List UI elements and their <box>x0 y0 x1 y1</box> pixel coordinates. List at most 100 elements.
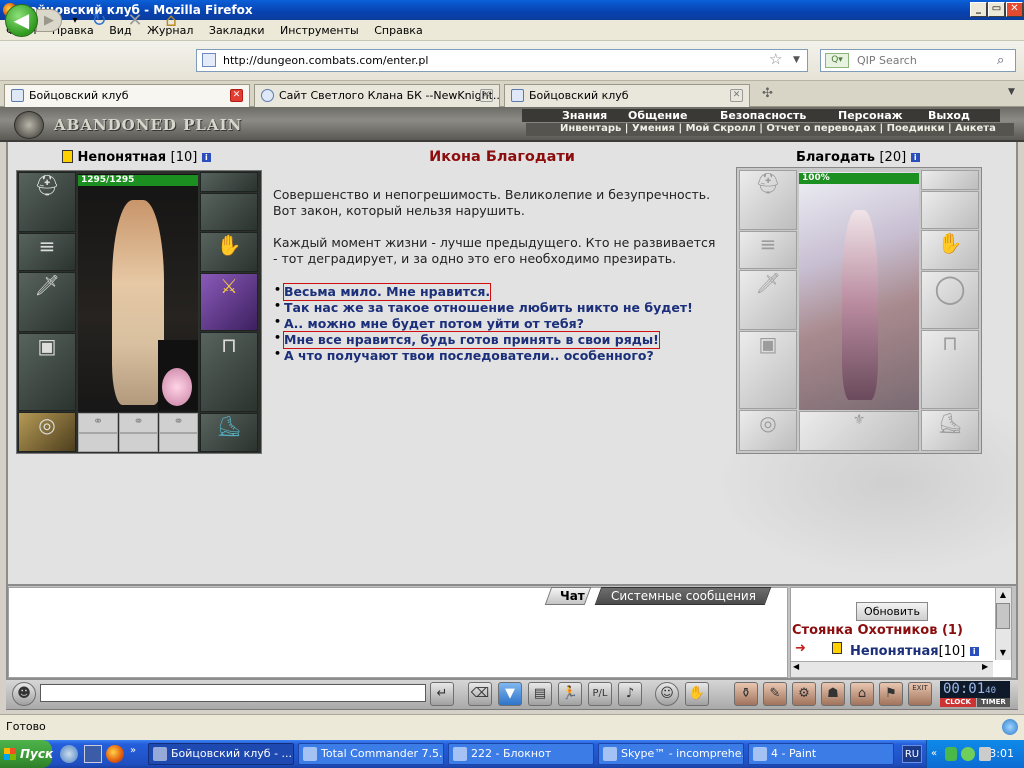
skills-icon[interactable]: ✎ <box>763 682 787 706</box>
task-firefox[interactable]: Бойцовский клуб - ... <box>148 743 294 765</box>
info-icon[interactable]: i <box>969 647 979 656</box>
search-input[interactable]: Q▾ QIP Search ⌕ <box>820 49 1016 72</box>
gloves-slot[interactable]: ✋ <box>200 232 258 272</box>
close-tab-icon[interactable]: ✕ <box>230 89 243 102</box>
scroll-slot-1[interactable] <box>78 433 118 452</box>
back-button[interactable]: ◀ <box>5 4 38 37</box>
inventory-icon[interactable]: ⚱ <box>734 682 758 706</box>
smiley-icon[interactable]: ☺ <box>655 682 679 706</box>
subnav-skills[interactable]: Умения <box>632 123 675 134</box>
start-button[interactable]: Пуск <box>0 740 53 768</box>
security-icon[interactable] <box>1002 719 1018 735</box>
dialog-option-1[interactable]: Весьма мило. Мне нравится. <box>282 283 492 301</box>
ring-slot-3[interactable]: ⚭ <box>159 413 198 433</box>
subnav-my-scroll[interactable]: Мой Скролл <box>686 123 756 134</box>
tray-volume-icon[interactable] <box>979 747 991 761</box>
dialog-option-3[interactable]: А.. можно мне будет потом уйти от тебя? <box>284 316 584 332</box>
url-dropdown-icon[interactable]: ▼ <box>793 50 800 71</box>
ring-slot-1[interactable]: ⚭ <box>78 413 118 433</box>
clear-icon[interactable]: ⌫ <box>468 682 492 706</box>
scroll-slot-3[interactable] <box>159 433 198 452</box>
nav-character[interactable]: Персонаж <box>838 109 903 122</box>
close-tab-icon[interactable]: ✕ <box>730 89 743 102</box>
scroll-down-icon[interactable]: ▼ <box>995 646 1011 660</box>
boots-slot[interactable]: ⛸ <box>200 413 258 452</box>
room-member[interactable]: Непонятная[10] i <box>850 644 979 659</box>
dialog-option-5[interactable]: А что получают твои последователи.. особ… <box>284 348 654 364</box>
scroll-left-icon[interactable]: ◀ <box>793 662 799 671</box>
ring-slot-2[interactable]: ⚭ <box>119 413 158 433</box>
tab-newknight[interactable]: Сайт Светлого Клана БК --NewKnight... ✕ <box>254 84 500 107</box>
close-tab-icon[interactable]: ✕ <box>480 89 493 102</box>
armor-slot[interactable]: ▣ <box>18 333 76 411</box>
menu-bookmarks[interactable]: Закладки <box>203 20 271 41</box>
task-notepad[interactable]: 222 - Блокнот <box>448 743 594 765</box>
nav-security[interactable]: Безопасность <box>720 109 806 122</box>
tab-list-icon[interactable]: ▼ <box>1008 87 1015 97</box>
nav-knowledge[interactable]: Знания <box>562 109 607 122</box>
minimize-button[interactable]: _ <box>970 2 987 17</box>
subnav-profile[interactable]: Анкета <box>955 123 996 134</box>
offhand-slot[interactable]: ⚔ <box>200 273 258 331</box>
history-dropdown-icon[interactable]: ▾ <box>64 10 86 32</box>
amulet-slot[interactable] <box>200 172 258 192</box>
quicklaunch-more-icon[interactable]: » <box>130 745 136 756</box>
star-icon[interactable]: ☆ <box>769 49 782 70</box>
chat-mode-icon[interactable]: ☻ <box>12 682 36 706</box>
log-icon[interactable]: ▤ <box>528 682 552 706</box>
magnifier-icon[interactable]: ⌕ <box>997 50 1004 71</box>
attack-icon[interactable]: ➜ <box>795 642 813 655</box>
search-engine-icon[interactable]: Q▾ <box>825 53 849 68</box>
belt-slot[interactable]: ◎ <box>18 412 76 452</box>
home-icon[interactable]: ⌂ <box>160 10 182 32</box>
quicklaunch-browser-icon[interactable] <box>60 745 78 763</box>
chat-input[interactable] <box>40 684 426 702</box>
subnav-duels[interactable]: Поединки <box>887 123 945 134</box>
language-indicator[interactable]: RU <box>902 745 922 763</box>
dialog-option-2[interactable]: Так нас же за такое отношение любить ник… <box>284 300 693 316</box>
player-name[interactable]: Непонятная <box>78 150 167 165</box>
friends-icon[interactable]: ☗ <box>821 682 845 706</box>
system-messages-tab[interactable]: Системные сообщения <box>611 589 756 603</box>
weapon-slot[interactable]: 🗡 <box>18 272 76 332</box>
tray-qip-icon[interactable] <box>945 747 957 761</box>
info-icon[interactable]: i <box>201 153 211 162</box>
tray-icq-icon[interactable] <box>961 747 975 761</box>
dialog-option-4[interactable]: Мне все нравится, будь готов принять в с… <box>283 331 660 349</box>
legs-slot[interactable]: ⊓ <box>200 332 258 412</box>
scroll-slot-2[interactable] <box>119 433 158 452</box>
new-tab-icon[interactable]: ✣ <box>762 86 773 101</box>
forward-button[interactable]: ▶ <box>36 9 62 32</box>
tab-fight-club-2[interactable]: Бойцовский клуб ✕ <box>504 84 750 107</box>
hands-icon[interactable]: ✋ <box>685 682 709 706</box>
scroll-thumb[interactable] <box>996 603 1010 629</box>
nav-exit[interactable]: Выход <box>928 109 970 122</box>
menu-tools[interactable]: Инструменты <box>274 20 365 41</box>
bracers-slot[interactable]: ≡ <box>18 233 76 271</box>
maximize-button[interactable]: ▭ <box>988 2 1005 17</box>
map-icon[interactable]: ⌂ <box>850 682 874 706</box>
translit-icon[interactable]: ♪ <box>618 682 642 706</box>
clock-tab[interactable]: CLOCK <box>940 698 976 707</box>
figure-icon[interactable]: 🏃 <box>558 682 582 706</box>
tab-fight-club[interactable]: Бойцовский клуб ✕ <box>4 84 250 108</box>
refresh-button[interactable]: Обновить <box>856 602 928 621</box>
task-paint[interactable]: 4 - Paint <box>748 743 894 765</box>
flag-icon[interactable]: ⚑ <box>879 682 903 706</box>
settings-icon[interactable]: ⚙ <box>792 682 816 706</box>
nav-communication[interactable]: Общение <box>628 109 687 122</box>
chat-tab[interactable]: Чат <box>560 589 585 603</box>
task-skype[interactable]: Skype™ - incomprehe... <box>598 743 744 765</box>
scroll-right-icon[interactable]: ▶ <box>982 662 988 671</box>
private-icon[interactable]: P/L <box>588 682 612 706</box>
send-icon[interactable]: ↵ <box>430 682 454 706</box>
helmet-slot[interactable]: ⛑ <box>18 172 76 232</box>
filter-icon[interactable]: ▼ <box>498 682 522 706</box>
exit-icon[interactable]: EXIT <box>908 682 932 706</box>
timer-tab[interactable]: TIMER <box>977 698 1010 707</box>
task-total-commander[interactable]: Total Commander 7.5... <box>298 743 444 765</box>
close-button[interactable]: ✕ <box>1006 2 1023 17</box>
subnav-transfers[interactable]: Отчет о переводах <box>766 123 876 134</box>
room-hscrollbar[interactable] <box>791 661 993 677</box>
tray-expand-icon[interactable]: « <box>931 740 937 768</box>
